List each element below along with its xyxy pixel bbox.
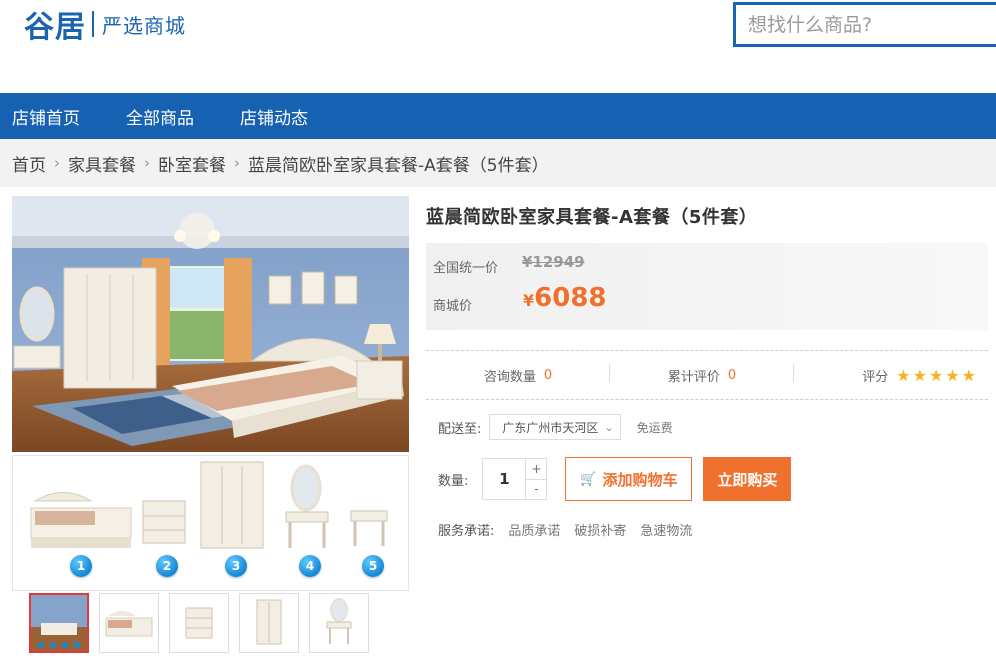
consult-count[interactable]: 0 <box>544 368 552 383</box>
consult-stat: 咨询数量 0 <box>426 363 610 385</box>
quantity-stepper: 1 + - <box>482 458 548 500</box>
nav-store-home[interactable]: 店铺首页 <box>12 104 80 129</box>
nav-store-news[interactable]: 店铺动态 <box>240 104 308 129</box>
product-gallery: 1 2 3 4 5 <box>12 196 409 591</box>
chevron-down-icon: ⌄ <box>604 420 614 434</box>
star-icon: ★ <box>928 365 946 385</box>
rating-stars: ★★★★★ <box>896 366 978 385</box>
quantity-input[interactable]: 1 <box>483 459 525 499</box>
item-badge: 5 <box>362 555 384 577</box>
delivery-label: 配送至: <box>438 421 482 437</box>
thumbnail-list <box>29 593 369 653</box>
breadcrumb-separator: › <box>144 154 150 172</box>
quantity-buttons: + - <box>525 459 547 500</box>
star-icon: ★ <box>912 365 929 385</box>
logo-subtitle: 严选商城 <box>102 13 186 38</box>
review-stat: 累计评价 0 <box>610 363 794 385</box>
thumbnail-5[interactable] <box>309 593 369 653</box>
quantity-increase-button[interactable]: + <box>526 459 547 480</box>
item-badge: 2 <box>156 555 178 577</box>
product-main: 1 2 3 4 5 蓝晨简欧卧室家具套餐-A套餐（5件套） 全国统一价 ¥129… <box>0 187 996 653</box>
breadcrumb-separator: › <box>54 154 60 172</box>
consult-label: 咨询数量 <box>483 369 536 385</box>
quantity-decrease-button[interactable]: - <box>526 480 546 500</box>
breadcrumb-home[interactable]: 首页 <box>12 151 46 176</box>
rating-label: 评分 <box>862 369 889 385</box>
thumbnail-image <box>326 598 352 644</box>
service-damage: 破损补寄 <box>574 524 627 539</box>
thumbnail-1[interactable] <box>29 593 89 653</box>
review-count[interactable]: 0 <box>728 368 736 383</box>
product-stats: 咨询数量 0 累计评价 0 评分 ★★★★★ <box>426 350 988 400</box>
buy-now-button[interactable]: 立即购买 <box>703 457 792 501</box>
mall-price: ¥6088 <box>523 283 607 313</box>
service-quality: 品质承诺 <box>508 524 561 539</box>
list-price-label: 全国统一价 <box>433 261 499 276</box>
add-to-cart-button[interactable]: 🛒 添加购物车 <box>565 457 693 501</box>
price-box: 全国统一价 ¥12949 商城价 ¥6088 <box>426 243 988 330</box>
add-to-cart-label: 添加购物车 <box>602 470 678 489</box>
breadcrumb-current: 蓝晨简欧卧室家具套餐-A套餐（5件套） <box>248 155 549 176</box>
thumbnail-3[interactable] <box>169 593 229 653</box>
item-badge: 4 <box>299 555 321 577</box>
list-price: ¥12949 <box>522 253 585 271</box>
item-badge: 1 <box>70 555 92 577</box>
rating-stat: 评分 ★★★★★ <box>794 366 988 385</box>
header: 谷居 严选商城 <box>0 0 996 93</box>
breadcrumb: 首页 › 家具套餐 › 卧室套餐 › 蓝晨简欧卧室家具套餐-A套餐（5件套） <box>0 139 996 187</box>
service-row: 服务承诺: 品质承诺 破损补寄 急速物流 <box>438 520 692 539</box>
quantity-label: 数量: <box>438 473 469 489</box>
product-set-strip: 1 2 3 4 5 <box>12 455 409 591</box>
review-label: 累计评价 <box>667 369 720 385</box>
search-box <box>733 2 996 47</box>
nav-all-products[interactable]: 全部商品 <box>126 104 194 129</box>
delivery-region-select[interactable]: 广东广州市天河区 ⌄ <box>489 414 621 440</box>
logo-divider <box>92 11 94 37</box>
service-label: 服务承诺: <box>438 524 495 539</box>
delivery-region-value: 广东广州市天河区 <box>502 420 599 435</box>
bedroom-scene-image <box>12 196 409 452</box>
thumbnail-image <box>31 595 87 651</box>
star-icon: ★ <box>945 365 962 385</box>
mall-price-label: 商城价 <box>433 299 473 314</box>
store-nav: 店铺首页 全部商品 店铺动态 <box>0 93 996 139</box>
thumbnail-image <box>185 607 213 639</box>
search-input[interactable] <box>736 5 996 44</box>
currency-symbol: ¥ <box>523 291 535 310</box>
product-title: 蓝晨简欧卧室家具套餐-A套餐（5件套） <box>426 207 758 228</box>
main-product-image[interactable] <box>12 196 409 452</box>
logo-mark: 谷居 <box>24 10 86 45</box>
service-express: 急速物流 <box>640 524 693 539</box>
breadcrumb-separator: › <box>234 154 240 172</box>
quantity-row: 数量: 1 + - 🛒 添加购物车 立即购买 <box>438 457 792 501</box>
star-icon: ★ <box>896 365 913 385</box>
breadcrumb-furniture-sets[interactable]: 家具套餐 <box>68 151 136 176</box>
thumbnail-image <box>105 611 153 637</box>
thumbnail-4[interactable] <box>239 593 299 653</box>
thumbnail-2[interactable] <box>99 593 159 653</box>
delivery-row: 配送至: 广东广州市天河区 ⌄ 免运费 <box>438 414 673 440</box>
breadcrumb-bedroom-sets[interactable]: 卧室套餐 <box>158 151 226 176</box>
logo[interactable]: 谷居 严选商城 <box>24 6 186 45</box>
star-icon: ★ <box>961 365 978 385</box>
price-value: 6088 <box>534 283 607 313</box>
thumbnail-image <box>256 599 282 645</box>
cart-icon: 🛒 <box>580 471 597 487</box>
item-badge: 3 <box>225 555 247 577</box>
shipping-note: 免运费 <box>636 420 673 435</box>
